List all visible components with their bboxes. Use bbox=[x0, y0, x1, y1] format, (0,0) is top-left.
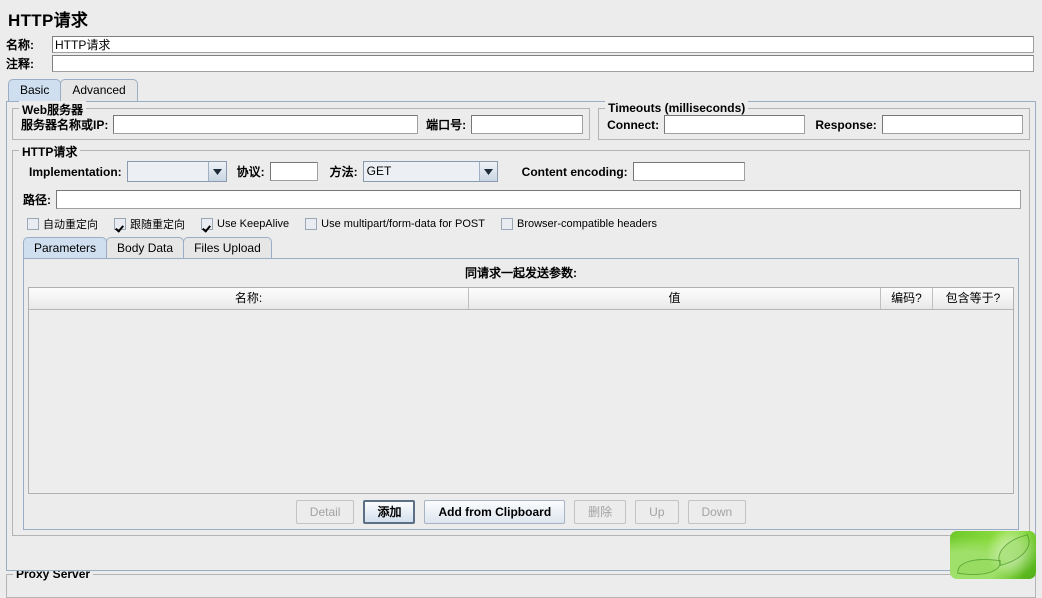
path-input[interactable] bbox=[56, 190, 1021, 209]
checkbox-follow-redirects[interactable]: 跟随重定向 bbox=[114, 216, 185, 232]
column-header-include-equals[interactable]: 包含等于? bbox=[933, 288, 1013, 309]
chevron-down-icon bbox=[478, 162, 497, 181]
response-timeout-label: Response: bbox=[815, 117, 877, 132]
chevron-down-icon bbox=[207, 162, 226, 181]
tab-parameters[interactable]: Parameters bbox=[23, 237, 108, 258]
path-label: 路径: bbox=[23, 193, 51, 207]
parameters-table: 名称: 值 编码? 包含等于? bbox=[28, 287, 1014, 494]
parameters-button-row: Detail 添加 Add from Clipboard 删除 Up Down bbox=[24, 494, 1018, 529]
table-header-row: 名称: 值 编码? 包含等于? bbox=[29, 288, 1013, 310]
port-input[interactable] bbox=[471, 115, 584, 134]
response-timeout-input[interactable] bbox=[881, 115, 1024, 134]
proxy-server-group: Proxy Server bbox=[6, 567, 1036, 598]
tab-body-data[interactable]: Body Data bbox=[106, 237, 185, 258]
server-name-label: 服务器名称或IP: bbox=[21, 118, 109, 132]
name-input[interactable]: HTTP请求 bbox=[52, 36, 1034, 53]
method-combo[interactable]: GET bbox=[362, 161, 498, 182]
column-header-encode[interactable]: 编码? bbox=[881, 288, 933, 309]
server-name-input[interactable] bbox=[113, 115, 419, 134]
main-tabstrip: Basic Advanced bbox=[0, 73, 1042, 101]
timeouts-group: Timeouts (milliseconds) Connect: Respons… bbox=[598, 101, 1030, 140]
name-row: 名称: HTTP请求 bbox=[0, 35, 1042, 54]
checkbox-label: Use KeepAlive bbox=[217, 218, 290, 230]
comment-label: 注释: bbox=[6, 57, 34, 71]
table-body[interactable] bbox=[29, 310, 1013, 493]
content-encoding-label: Content encoding: bbox=[521, 164, 628, 179]
method-value: GET bbox=[363, 162, 479, 181]
port-label: 端口号: bbox=[426, 118, 467, 132]
http-request-group: HTTP请求 Implementation: 协议: 方法: GET Conte… bbox=[12, 143, 1030, 536]
add-button[interactable]: 添加 bbox=[363, 500, 416, 524]
implementation-label: Implementation: bbox=[29, 164, 122, 179]
checkbox-browser-compatible-headers[interactable]: Browser-compatible headers bbox=[500, 218, 657, 230]
timeouts-row: Connect: Response: bbox=[605, 115, 1024, 134]
column-header-value[interactable]: 值 bbox=[469, 288, 881, 309]
protocol-label: 协议: bbox=[236, 165, 265, 179]
tab-advanced[interactable]: Advanced bbox=[60, 79, 138, 101]
checkbox-label: 跟随重定向 bbox=[130, 219, 185, 231]
up-button: Up bbox=[635, 500, 679, 524]
web-server-group-title: Web服务器 bbox=[19, 101, 87, 118]
checkbox-box bbox=[201, 218, 213, 230]
comment-input[interactable] bbox=[52, 55, 1034, 72]
connect-timeout-input[interactable] bbox=[664, 115, 806, 134]
protocol-input[interactable] bbox=[269, 162, 318, 181]
basic-tab-panel: Web服务器 服务器名称或IP: 端口号: Timeouts (millisec… bbox=[6, 101, 1036, 571]
detail-button: Detail bbox=[295, 500, 355, 524]
checkbox-label: Browser-compatible headers bbox=[516, 218, 657, 230]
comment-row: 注释: bbox=[0, 54, 1042, 73]
http-request-group-title: HTTP请求 bbox=[19, 143, 81, 160]
parameters-tabstrip: Parameters Body Data Files Upload bbox=[19, 237, 1023, 258]
column-header-name[interactable]: 名称: bbox=[29, 288, 469, 309]
options-checkbox-row: 自动重定向 跟随重定向 Use KeepAlive Use multipart/… bbox=[19, 211, 1023, 235]
path-row: 路径: bbox=[19, 182, 1023, 211]
parameters-title: 同请求一起发送参数: bbox=[465, 266, 577, 280]
tab-files-upload[interactable]: Files Upload bbox=[183, 237, 272, 258]
web-server-group: Web服务器 服务器名称或IP: 端口号: bbox=[12, 101, 591, 140]
tab-basic[interactable]: Basic bbox=[8, 79, 62, 101]
checkbox-label: Use multipart/form-data for POST bbox=[321, 218, 485, 230]
connect-timeout-label: Connect: bbox=[607, 117, 660, 132]
down-button: Down bbox=[687, 500, 747, 524]
checkbox-use-keepalive[interactable]: Use KeepAlive bbox=[201, 218, 289, 230]
implementation-value bbox=[127, 162, 208, 181]
implementation-combo[interactable] bbox=[126, 161, 227, 182]
name-label: 名称: bbox=[6, 38, 34, 52]
checkbox-box bbox=[500, 218, 513, 230]
method-label: 方法: bbox=[329, 165, 358, 179]
checkbox-use-multipart[interactable]: Use multipart/form-data for POST bbox=[305, 218, 485, 230]
server-row: 服务器名称或IP: 端口号: bbox=[19, 115, 584, 134]
checkbox-auto-redirect[interactable]: 自动重定向 bbox=[27, 216, 98, 232]
checkbox-box bbox=[27, 218, 39, 230]
checkbox-box bbox=[114, 218, 126, 230]
checkbox-box bbox=[305, 218, 318, 230]
green-leaf-image bbox=[950, 531, 1036, 579]
add-from-clipboard-button[interactable]: Add from Clipboard bbox=[424, 500, 566, 524]
server-and-timeouts-row: Web服务器 服务器名称或IP: 端口号: Timeouts (millisec… bbox=[12, 101, 1030, 140]
implementation-row: Implementation: 协议: 方法: GET Content enco… bbox=[19, 161, 1023, 182]
parameters-panel: 同请求一起发送参数: 名称: 值 编码? 包含等于? Detail 添加 Add… bbox=[23, 258, 1019, 530]
delete-button: 删除 bbox=[574, 500, 627, 524]
page-title: HTTP请求 bbox=[8, 11, 89, 30]
content-encoding-input[interactable] bbox=[632, 162, 745, 181]
timeouts-group-title: Timeouts (milliseconds) bbox=[605, 101, 749, 115]
checkbox-label: 自动重定向 bbox=[43, 219, 98, 231]
